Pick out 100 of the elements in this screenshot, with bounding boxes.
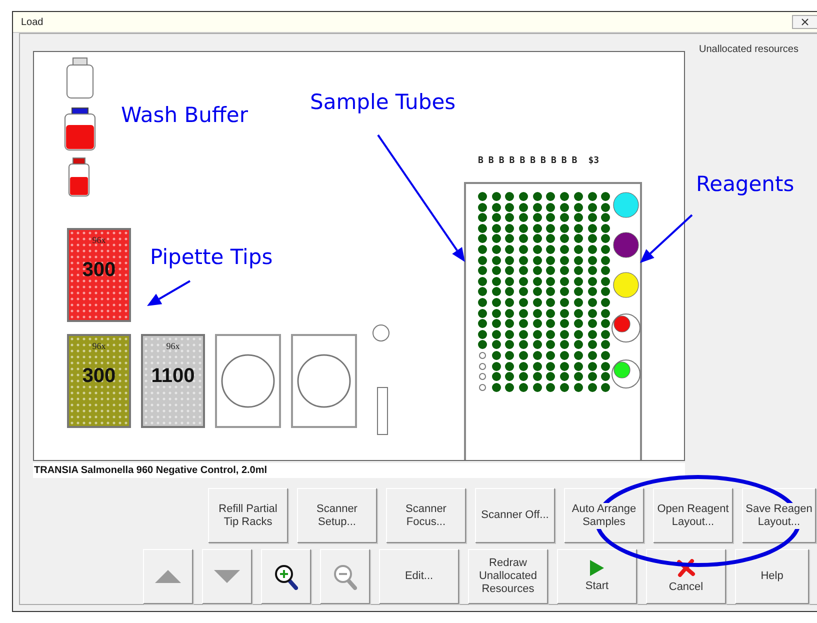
sample-tube[interactable] — [601, 372, 610, 382]
sample-tube[interactable] — [560, 224, 570, 233]
sample-tube[interactable] — [546, 266, 556, 276]
sample-tube[interactable] — [588, 276, 596, 286]
sample-tube[interactable] — [532, 362, 542, 370]
sample-tube[interactable] — [532, 319, 542, 328]
sample-tube[interactable] — [519, 372, 528, 382]
sample-tube[interactable] — [601, 234, 610, 244]
sample-tube[interactable] — [574, 330, 583, 339]
sample-tube[interactable] — [560, 330, 570, 339]
sample-tube[interactable] — [492, 244, 501, 254]
sample-tube[interactable] — [519, 319, 528, 328]
sample-tube[interactable] — [505, 350, 514, 360]
sample-tube[interactable] — [560, 350, 570, 360]
sample-tube[interactable] — [546, 308, 556, 318]
sample-tube[interactable] — [560, 362, 570, 370]
sample-tube[interactable] — [560, 202, 570, 212]
sample-tube[interactable] — [588, 234, 596, 244]
toolbar-button[interactable]: Refill Partial Tip Racks — [208, 488, 288, 543]
sample-tube[interactable] — [532, 234, 542, 244]
sample-tube[interactable] — [560, 340, 570, 350]
sample-tube[interactable] — [532, 276, 542, 286]
sample-tube[interactable] — [574, 362, 583, 370]
sample-tube[interactable] — [505, 202, 514, 212]
zoom-in-button[interactable] — [261, 549, 311, 604]
sample-tube[interactable] — [560, 372, 570, 382]
sample-tube[interactable] — [574, 224, 583, 233]
sample-tube[interactable] — [560, 298, 570, 307]
sample-tube[interactable] — [601, 287, 610, 296]
sample-tube[interactable] — [574, 287, 583, 296]
sample-tube[interactable] — [588, 202, 596, 212]
toolbar-button[interactable]: Scanner Focus... — [386, 488, 466, 543]
sample-tube[interactable] — [505, 330, 514, 339]
sample-tube[interactable] — [519, 244, 528, 254]
sample-tube[interactable] — [505, 340, 514, 350]
plate-holder[interactable] — [215, 334, 281, 428]
sample-tube[interactable] — [546, 319, 556, 328]
sample-tube[interactable] — [505, 372, 514, 382]
sample-tube[interactable] — [601, 244, 610, 254]
sample-tube[interactable] — [601, 298, 610, 307]
sample-tube[interactable] — [588, 224, 596, 233]
sample-tube[interactable] — [478, 224, 487, 233]
sample-tube[interactable] — [519, 308, 528, 318]
cancel-button[interactable]: Cancel — [646, 549, 726, 604]
sample-tube[interactable] — [478, 213, 487, 222]
sample-tube[interactable] — [478, 234, 487, 244]
sample-tube[interactable] — [588, 350, 596, 360]
sample-tube[interactable] — [478, 340, 487, 350]
sample-tube[interactable] — [492, 308, 501, 318]
sample-tube[interactable] — [492, 202, 501, 212]
sample-tube[interactable] — [601, 266, 610, 276]
sample-tube[interactable] — [492, 372, 501, 382]
sample-tube[interactable] — [519, 202, 528, 212]
toolbar-button[interactable]: Open Reagent Layout... — [653, 488, 733, 543]
sample-tube[interactable] — [492, 330, 501, 339]
sample-tube[interactable] — [560, 234, 570, 244]
sample-tube[interactable] — [574, 372, 583, 382]
sample-tube[interactable] — [478, 330, 487, 339]
sample-tube[interactable] — [601, 308, 610, 318]
sample-tube[interactable] — [574, 266, 583, 276]
sample-tube[interactable] — [505, 244, 514, 254]
sample-tube[interactable] — [505, 319, 514, 328]
plate-holder[interactable] — [291, 334, 357, 428]
sample-tube[interactable] — [532, 192, 542, 201]
sample-tube[interactable] — [574, 382, 583, 392]
sample-tube[interactable] — [574, 213, 583, 222]
sample-tube[interactable] — [560, 287, 570, 296]
sample-tube[interactable] — [560, 308, 570, 318]
sample-tube[interactable] — [588, 362, 596, 370]
sample-tube[interactable] — [560, 276, 570, 286]
sample-tube[interactable] — [532, 298, 542, 307]
sample-tube[interactable] — [588, 372, 596, 382]
sample-tube[interactable] — [532, 244, 542, 254]
sample-tube[interactable] — [492, 224, 501, 233]
sample-tube[interactable] — [546, 350, 556, 360]
sample-tube[interactable] — [492, 192, 501, 201]
sample-tube[interactable] — [492, 350, 501, 360]
sample-tube[interactable] — [546, 287, 556, 296]
sample-tube[interactable] — [588, 330, 596, 339]
sample-tube[interactable] — [492, 213, 501, 222]
sample-tube[interactable] — [492, 234, 501, 244]
sample-tube[interactable] — [479, 352, 486, 359]
sample-tube[interactable] — [478, 266, 487, 276]
sample-tube[interactable] — [601, 382, 610, 392]
toolbar-button[interactable]: Save Reagen Layout... — [742, 488, 816, 543]
sample-tube[interactable] — [505, 276, 514, 286]
sample-tube[interactable] — [588, 308, 596, 318]
sample-tube[interactable] — [574, 256, 583, 265]
sample-tube[interactable] — [505, 382, 514, 392]
sample-tube[interactable] — [492, 382, 501, 392]
sample-tube[interactable] — [601, 213, 610, 222]
sample-tube[interactable] — [505, 192, 514, 201]
sample-tube[interactable] — [492, 276, 501, 286]
sample-tube[interactable] — [505, 234, 514, 244]
sample-tube[interactable] — [532, 330, 542, 339]
sample-tube[interactable] — [574, 192, 583, 201]
sample-tube[interactable] — [601, 362, 610, 370]
toolbar-button[interactable]: Edit... — [379, 549, 459, 604]
toolbar-button[interactable]: Help — [735, 549, 809, 604]
sample-tube[interactable] — [560, 244, 570, 254]
